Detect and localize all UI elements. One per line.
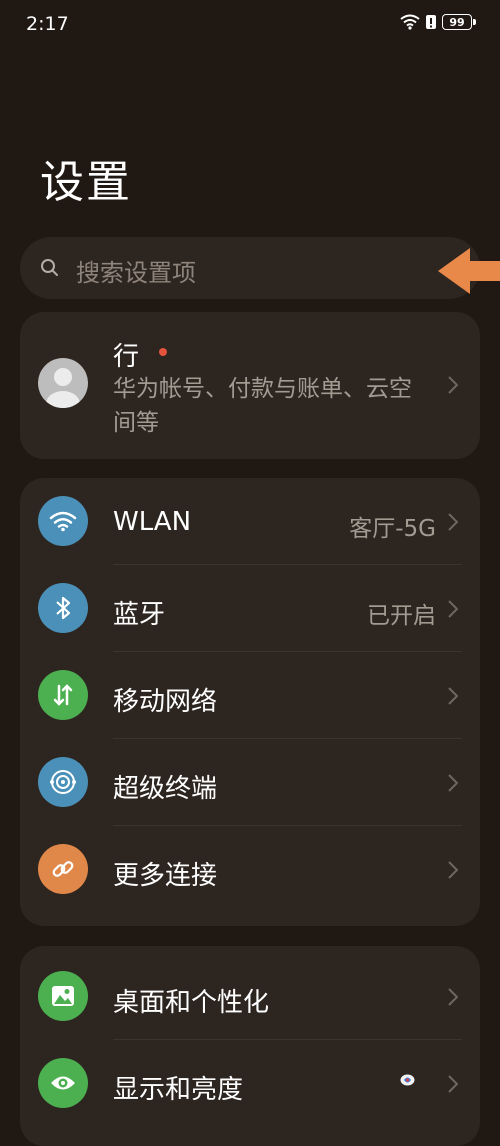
item-label: 桌面和个性化 (113, 988, 270, 1018)
settings-item-more-connections[interactable]: 更多连接 (20, 826, 480, 913)
wallpaper-icon (38, 971, 88, 1021)
link-icon (38, 844, 88, 894)
item-label: 超级终端 (113, 774, 218, 804)
account-subtitle: 华为帐号、付款与账单、云空间等 (113, 376, 412, 436)
item-value: 客厅-5G (349, 516, 436, 542)
wifi-icon (38, 496, 88, 546)
settings-item-super-device[interactable]: 超级终端 (20, 739, 480, 826)
item-label: 移动网络 (113, 687, 218, 717)
settings-item-bluetooth[interactable]: 蓝牙 已开启 (20, 565, 480, 652)
chevron-right-icon (448, 774, 458, 792)
account-name: 行 (113, 342, 140, 372)
status-time: 2:17 (26, 13, 69, 35)
connections-section: WLAN 客厅-5G 蓝牙 已开启 移动网络 超级终端 更多连接 (20, 478, 480, 926)
account-card[interactable]: 行 华为帐号、付款与账单、云空间等 (20, 312, 480, 459)
arrow-left-icon (438, 248, 500, 294)
bluetooth-icon (38, 583, 88, 633)
user-avatar-icon (46, 368, 80, 408)
item-value: 已开启 (367, 603, 436, 629)
watermark-logo-icon (400, 1074, 415, 1086)
item-label: WLAN (113, 507, 192, 537)
page-title: 设置 (40, 157, 132, 208)
notification-alert-icon (426, 15, 436, 29)
super-device-icon (38, 757, 88, 807)
status-icons: 99 (400, 14, 476, 30)
mobile-data-icon (38, 670, 88, 720)
chevron-right-icon (448, 861, 458, 879)
settings-item-mobile-network[interactable]: 移动网络 (20, 652, 480, 739)
chevron-right-icon (448, 600, 458, 618)
battery-indicator: 99 (442, 14, 476, 30)
search-bar[interactable]: 搜索设置项 (20, 237, 480, 299)
chevron-right-icon (448, 1075, 458, 1093)
avatar (38, 358, 88, 408)
settings-item-home-screen[interactable]: 桌面和个性化 (20, 953, 480, 1040)
wifi-status-icon (400, 14, 420, 30)
search-icon (41, 259, 58, 276)
item-label: 显示和亮度 (113, 1075, 244, 1105)
chevron-right-icon (448, 376, 458, 394)
display-section: 桌面和个性化 显示和亮度 (20, 946, 480, 1146)
item-label: 蓝牙 (113, 600, 166, 630)
notification-dot (159, 348, 167, 356)
chevron-right-icon (448, 988, 458, 1006)
status-bar: 2:17 99 (0, 0, 500, 48)
eye-icon (38, 1058, 88, 1108)
search-input[interactable]: 搜索设置项 (76, 253, 196, 288)
chevron-right-icon (448, 687, 458, 705)
settings-item-wlan[interactable]: WLAN 客厅-5G (20, 478, 480, 565)
item-label: 更多连接 (113, 861, 218, 891)
chevron-right-icon (448, 513, 458, 531)
